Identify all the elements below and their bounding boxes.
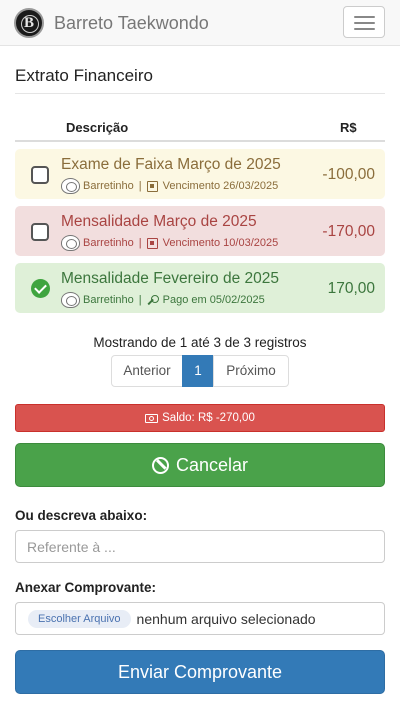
row-user: Barretinho xyxy=(83,237,134,249)
row-user: Barretinho xyxy=(83,294,134,306)
attachment-label: Anexar Comprovante: xyxy=(15,580,157,595)
balance-text: Saldo: R$ -270,00 xyxy=(162,412,255,424)
brand-name[interactable]: Barreto Taekwondo xyxy=(54,13,209,34)
ban-icon xyxy=(151,456,169,474)
table-row[interactable]: Mensalidade Março de 2025 Barretinho | V… xyxy=(15,206,385,256)
submit-receipt-button[interactable]: Enviar Comprovante xyxy=(15,650,385,694)
brand-logo-letter: B xyxy=(23,15,34,31)
calendar-icon xyxy=(146,237,158,249)
submit-button-label: Enviar Comprovante xyxy=(117,661,283,682)
pagination-next-button[interactable]: Próximo xyxy=(213,355,289,387)
choose-file-button[interactable]: Escolher Arquivo xyxy=(28,609,131,628)
money-icon xyxy=(145,413,159,423)
row-date: Vencimento 26/03/2025 xyxy=(162,180,279,192)
hamburger-icon-bar xyxy=(354,28,375,30)
row-meta: Barretinho | Vencimento 10/03/2025 xyxy=(61,235,278,251)
meta-separator: | xyxy=(138,237,142,249)
file-input[interactable]: Escolher Arquivo nenhum arquivo selecion… xyxy=(15,602,385,635)
column-header-amount: R$ xyxy=(340,120,357,135)
cancel-button-label: Cancelar xyxy=(175,454,249,475)
row-description: Mensalidade Março de 2025 xyxy=(61,213,257,230)
page-title: Extrato Financeiro xyxy=(15,66,153,85)
user-avatar-icon xyxy=(61,178,80,194)
key-icon xyxy=(147,294,159,306)
user-avatar-icon xyxy=(61,292,80,308)
description-input[interactable] xyxy=(15,530,385,563)
row-user: Barretinho xyxy=(83,180,134,192)
navbar: B Barreto Taekwondo xyxy=(0,0,400,46)
row-date: Pago em 05/02/2025 xyxy=(162,294,265,306)
pagination: Anterior 1 Próximo xyxy=(111,355,289,387)
user-avatar-icon xyxy=(61,235,80,251)
calendar-icon xyxy=(146,180,158,192)
row-amount: 170,00 xyxy=(327,280,375,297)
menu-toggle-button[interactable] xyxy=(343,6,385,38)
paid-check-icon xyxy=(31,279,50,298)
row-checkbox[interactable] xyxy=(31,166,49,184)
meta-separator: | xyxy=(138,180,142,192)
hamburger-icon-bar xyxy=(354,16,375,18)
cancel-button[interactable]: Cancelar xyxy=(15,443,385,487)
hamburger-icon-bar xyxy=(354,22,375,24)
row-meta: Barretinho | Vencimento 26/03/2025 xyxy=(61,178,278,194)
table-row[interactable]: Mensalidade Fevereiro de 2025 Barretinho… xyxy=(15,263,385,313)
title-divider xyxy=(15,93,385,94)
row-date: Vencimento 10/03/2025 xyxy=(162,237,279,249)
column-header-description: Descrição xyxy=(66,120,129,135)
table-header-divider xyxy=(15,140,385,142)
row-amount: -170,00 xyxy=(322,223,375,240)
row-description: Exame de Faixa Março de 2025 xyxy=(61,156,281,173)
description-field-label: Ou descreva abaixo: xyxy=(15,508,148,523)
row-amount: -100,00 xyxy=(322,166,375,183)
balance-alert: Saldo: R$ -270,00 xyxy=(15,404,385,432)
row-description: Mensalidade Fevereiro de 2025 xyxy=(61,270,279,287)
pagination-prev-button[interactable]: Anterior xyxy=(111,355,183,387)
file-status-text: nenhum arquivo selecionado xyxy=(136,610,316,627)
row-meta: Barretinho | Pago em 05/02/2025 xyxy=(61,292,265,308)
pagination-page-button[interactable]: 1 xyxy=(182,355,214,387)
pagination-info: Mostrando de 1 até 3 de 3 registros xyxy=(93,335,307,350)
brand-logo[interactable]: B xyxy=(14,8,44,38)
row-checkbox[interactable] xyxy=(31,223,49,241)
meta-separator: | xyxy=(138,294,142,306)
table-row[interactable]: Exame de Faixa Março de 2025 Barretinho … xyxy=(15,149,385,199)
